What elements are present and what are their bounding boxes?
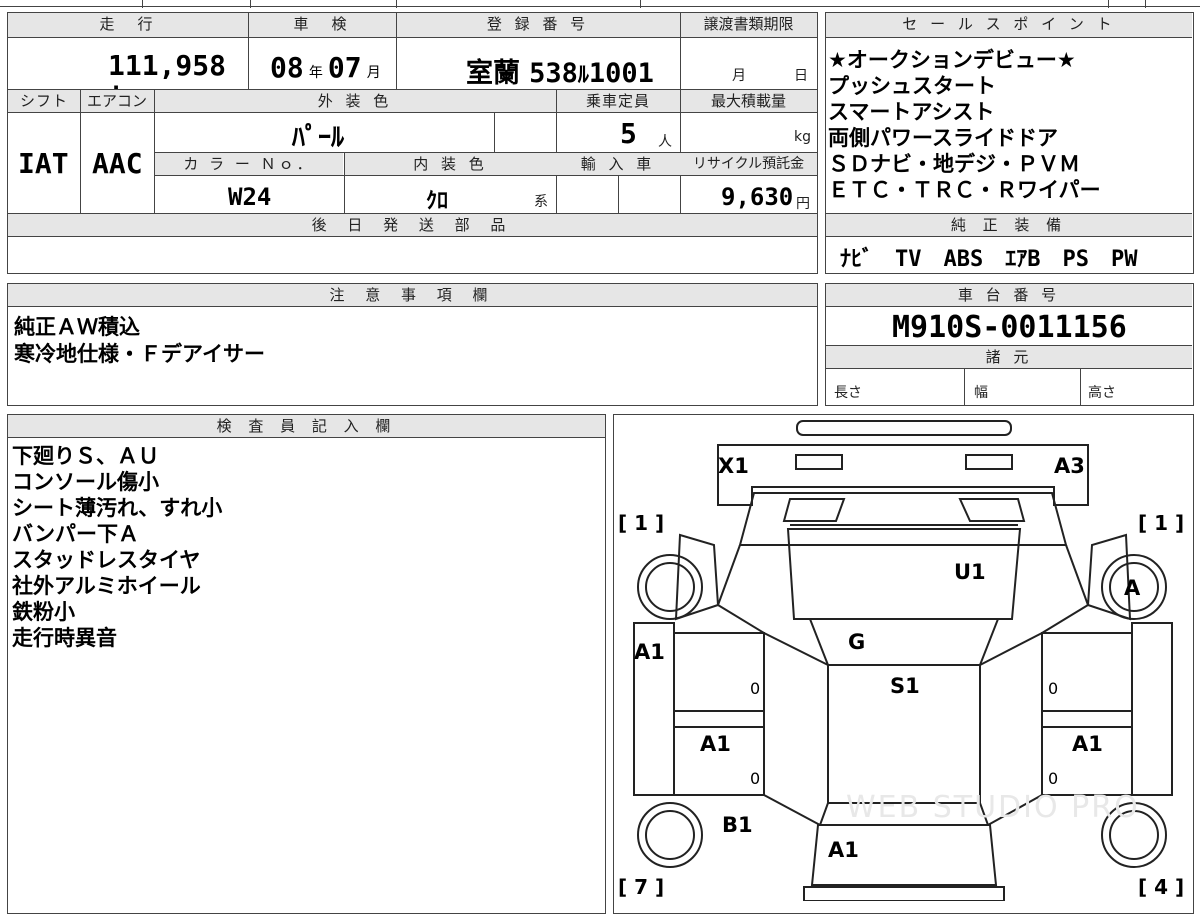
spec-width-label: 幅 <box>974 385 988 401</box>
header-registration: 登 録 番 号 <box>396 13 680 37</box>
damage-label-left-rear-door: A1 <box>700 732 731 756</box>
inspector-note-item: スタッドレスタイヤ <box>12 548 201 572</box>
interior-color-value: ｸﾛ <box>426 189 449 214</box>
marker-right-lower: 0 <box>1048 769 1059 788</box>
tire-tread-rear-right: [ 4 ] <box>1138 875 1185 899</box>
header-later-parts: 後 日 発 送 部 品 <box>8 214 817 236</box>
mileage-number: 111,958 <box>108 49 227 82</box>
damage-label-tailgate: A1 <box>828 838 859 862</box>
sales-point-item: スマートアシスト <box>828 100 995 124</box>
damage-label-floor: S1 <box>890 674 920 698</box>
sales-point-item: ★オークションデビュー★ <box>828 48 1076 72</box>
registration-class: 538 <box>529 58 578 89</box>
damage-label-front-right: A3 <box>1054 454 1085 478</box>
max-load-unit: kg <box>794 129 811 145</box>
header-recycle-fee: リサイクル預託金 <box>680 153 817 175</box>
registration-area: 室蘭 <box>466 58 520 89</box>
registration-value: 室蘭 538ﾙ1001 <box>466 51 680 90</box>
inspector-note-item: 下廻りＳ、ＡＵ <box>12 444 159 468</box>
inspection-month-unit: 月 <box>366 65 381 81</box>
shift-value: IAT <box>18 147 69 180</box>
header-notes: 注 意 事 項 欄 <box>8 284 817 306</box>
sales-point-item: ＥＴＣ・ＴＲＣ・Ｒワイパー <box>828 178 1101 202</box>
recycle-fee-value: 9,630 <box>721 183 794 211</box>
damage-label-left-body: A1 <box>634 640 665 664</box>
damage-label-roof: U1 <box>954 560 986 584</box>
inspector-note-item: バンパー下Ａ <box>12 522 140 546</box>
header-specs: 諸 元 <box>826 346 1192 368</box>
marker-left-lower: 0 <box>750 769 761 788</box>
damage-label-right-rear-door: A1 <box>1072 732 1103 756</box>
tire-tread-rear-left: [ 7 ] <box>618 875 665 899</box>
header-interior-color: 内 装 色 <box>345 153 556 175</box>
sales-point-item: 両側パワースライドドア <box>828 126 1058 150</box>
inspector-notes-box: 検 査 員 記 入 欄 下廻りＳ、ＡＵ コンソール傷小 シート薄汚れ、すれ小 バ… <box>7 414 606 914</box>
damage-label-glass: G <box>848 630 866 654</box>
marker-left-upper: 0 <box>750 679 761 698</box>
recycle-fee-unit: 円 <box>796 196 810 212</box>
header-inspection: 車 検 <box>248 13 396 37</box>
diagram-watermark: WEB STUDIO PRO <box>846 790 1140 825</box>
aircon-value: AAC <box>92 147 143 180</box>
inspection-year-unit: 年 <box>308 65 323 81</box>
inspector-note-item: 鉄粉小 <box>12 600 75 624</box>
notes-box: 注 意 事 項 欄 純正ＡＷ積込 寒冷地仕様・Ｆデアイサー <box>7 283 818 406</box>
marker-right-upper: 0 <box>1048 679 1059 698</box>
color-no-value: W24 <box>228 183 272 211</box>
inspection-year: 08 <box>270 51 304 84</box>
header-exterior-color: 外 装 色 <box>154 90 556 112</box>
sales-points-list: ★オークションデビュー★ プッシュスタート スマートアシスト 両側パワースライド… <box>828 47 1190 203</box>
registration-kana: ﾙ <box>577 63 589 88</box>
inspector-note-item: シート薄汚れ、すれ小 <box>12 496 223 520</box>
header-genuine-equipment: 純 正 装 備 <box>826 214 1192 236</box>
header-sales-points: セ ー ル ス ポ イ ン ト <box>826 13 1192 37</box>
header-color-no: カ ラ ー Ｎｏ． <box>155 153 343 175</box>
tire-tread-front-right: [ 1 ] <box>1138 511 1185 535</box>
capacity-unit: 人 <box>658 134 672 150</box>
damage-label-right-front-wheel: A <box>1124 576 1141 600</box>
tire-tread-front-left: [ 1 ] <box>618 511 665 535</box>
car-damage-diagram: WEB STUDIO PRO X1 A3 U1 G S1 A1 A1 B1 A1… <box>613 414 1194 914</box>
note-item: 寒冷地仕様・Ｆデアイサー <box>14 342 265 366</box>
damage-label-left-rear-panel: B1 <box>722 813 753 837</box>
spec-height-label: 高さ <box>1088 385 1116 401</box>
genuine-equipment-value: ﾅﾋﾞ TV ABS ｴｱB PS PW <box>840 247 1138 272</box>
inspector-notes-list: 下廻りＳ、ＡＵ コンソール傷小 シート薄汚れ、すれ小 バンパー下Ａ スタッドレス… <box>12 443 602 651</box>
inspection-value: 08 年 07 月 <box>270 51 400 84</box>
vehicle-info-table: 走 行 車 検 登 録 番 号 譲渡書類期限 111,958 km 08 年 0… <box>7 12 818 274</box>
exterior-color-value: ﾊﾟｰﾙ <box>292 123 345 153</box>
inspector-note-item: 走行時異音 <box>12 626 117 650</box>
sales-point-item: ＳＤナビ・地デジ・ＰＶＭ <box>828 152 1080 176</box>
inspection-month: 07 <box>327 51 362 84</box>
sales-point-item: プッシュスタート <box>828 74 996 98</box>
top-edge-strip <box>0 0 1200 8</box>
header-shift: シフト <box>8 90 80 112</box>
header-aircon: エアコン <box>80 90 154 112</box>
capacity-value: 5 <box>620 117 637 150</box>
header-capacity: 乗車定員 <box>556 90 680 112</box>
header-mileage: 走 行 <box>8 13 248 37</box>
chassis-number-value: M910S-0011156 <box>892 310 1127 345</box>
spec-length-label: 長さ <box>834 385 862 401</box>
inspector-note-item: コンソール傷小 <box>12 470 159 494</box>
damage-label-front-left: X1 <box>718 454 749 478</box>
header-inspector: 検 査 員 記 入 欄 <box>8 415 605 437</box>
header-max-load: 最大積載量 <box>680 90 817 112</box>
inspector-note-item: 社外アルミホイール <box>12 574 201 598</box>
interior-color-suffix: 系 <box>534 194 548 210</box>
transfer-month-unit: 月 <box>732 68 746 84</box>
header-import: 輸 入 車 <box>556 153 680 175</box>
note-item: 純正ＡＷ積込 <box>14 315 140 339</box>
transfer-day-unit: 日 <box>794 68 808 84</box>
header-transfer-deadline: 譲渡書類期限 <box>680 13 817 37</box>
sales-points-box: セ ー ル ス ポ イ ン ト ★オークションデビュー★ プッシュスタート スマ… <box>825 12 1194 274</box>
header-chassis-number: 車 台 番 号 <box>826 284 1192 306</box>
chassis-box: 車 台 番 号 M910S-0011156 諸 元 長さ 幅 高さ <box>825 283 1194 406</box>
car-outline-svg <box>633 420 1173 901</box>
registration-number: 1001 <box>588 58 654 89</box>
